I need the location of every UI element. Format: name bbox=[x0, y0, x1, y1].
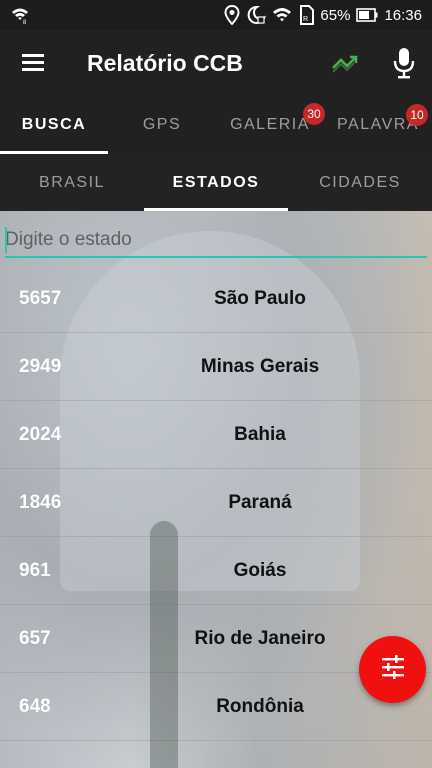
galeria-badge: 30 bbox=[303, 103, 325, 125]
filter-fab-button[interactable] bbox=[359, 636, 426, 703]
do-not-disturb-icon bbox=[246, 5, 267, 25]
wifi-calling-icon: 8 bbox=[10, 6, 30, 24]
tab-palavra[interactable]: PALAVRA 10 bbox=[324, 96, 432, 154]
state-count: 1846 bbox=[19, 492, 62, 513]
state-count: 2024 bbox=[19, 424, 62, 445]
subtab-cidades-label: CIDADES bbox=[319, 173, 401, 191]
list-item[interactable]: 2024 Bahia bbox=[0, 401, 432, 469]
text-cursor bbox=[5, 227, 7, 253]
tab-gps[interactable]: GPS bbox=[108, 96, 216, 154]
state-name: Goiás bbox=[233, 560, 287, 581]
battery-percent: 65% bbox=[320, 6, 351, 24]
menu-icon[interactable] bbox=[20, 50, 48, 76]
subtab-cidades[interactable]: CIDADES bbox=[288, 154, 432, 211]
sub-tabs: BRASIL ESTADOS CIDADES bbox=[0, 154, 432, 211]
list-item[interactable]: 1846 Paraná bbox=[0, 469, 432, 537]
filter-sliders-icon bbox=[380, 654, 406, 685]
tab-busca[interactable]: BUSCA bbox=[0, 96, 108, 154]
app-bar: Relatório CCB bbox=[0, 30, 432, 96]
tab-busca-label: BUSCA bbox=[21, 116, 87, 133]
state-count: 961 bbox=[19, 560, 51, 581]
subtab-estados-label: ESTADOS bbox=[172, 173, 260, 191]
state-count: 2949 bbox=[19, 356, 62, 377]
trending-icon[interactable] bbox=[330, 48, 360, 78]
tab-galeria-label: GALERIA bbox=[230, 116, 310, 133]
list-item[interactable]: 2949 Minas Gerais bbox=[0, 333, 432, 401]
app-title: Relatório CCB bbox=[87, 50, 243, 76]
search-field[interactable] bbox=[5, 225, 427, 258]
state-name: Minas Gerais bbox=[200, 356, 320, 377]
palavra-badge: 10 bbox=[406, 104, 428, 126]
state-name: São Paulo bbox=[214, 288, 306, 309]
sim-icon: R bbox=[298, 5, 315, 25]
wifi-icon bbox=[272, 6, 292, 24]
location-icon bbox=[224, 5, 240, 25]
subtab-brasil[interactable]: BRASIL bbox=[0, 154, 144, 211]
svg-text:R: R bbox=[303, 16, 308, 23]
state-name: Paraná bbox=[228, 492, 292, 513]
subtab-estados[interactable]: ESTADOS bbox=[144, 154, 288, 211]
battery-icon bbox=[356, 8, 378, 22]
main-tabs: BUSCA GPS GALERIA 30 PALAVRA 10 bbox=[0, 96, 432, 154]
status-bar: 8 R 65% 16:36 bbox=[0, 0, 432, 30]
list-item[interactable]: 961 Goiás bbox=[0, 537, 432, 605]
state-search-input[interactable] bbox=[5, 225, 427, 255]
state-count: 657 bbox=[19, 628, 51, 649]
clock: 16:36 bbox=[384, 6, 422, 24]
subtab-brasil-label: BRASIL bbox=[39, 173, 105, 191]
svg-text:8: 8 bbox=[23, 20, 27, 24]
state-count: 648 bbox=[19, 696, 51, 717]
microphone-icon[interactable] bbox=[392, 46, 416, 80]
tab-galeria[interactable]: GALERIA 30 bbox=[216, 96, 325, 154]
tab-gps-label: GPS bbox=[142, 116, 182, 133]
state-count: 5657 bbox=[19, 288, 62, 309]
state-name: Bahia bbox=[234, 424, 286, 445]
list-item[interactable]: 5657 São Paulo bbox=[0, 265, 432, 333]
